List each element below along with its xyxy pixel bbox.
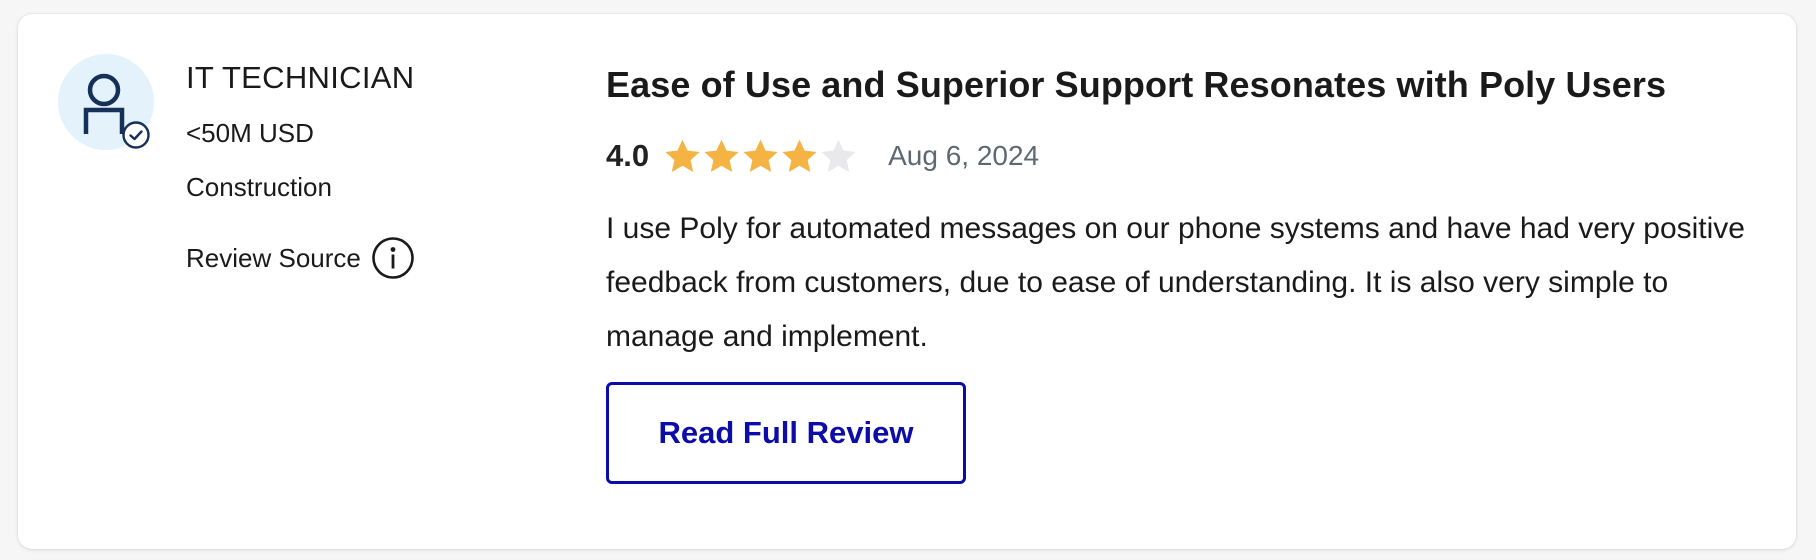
rating-value: 4.0 (606, 138, 650, 173)
industry: Construction (186, 172, 332, 202)
review-date: Aug 6, 2024 (888, 140, 1040, 171)
reviewer-meta: IT TECHNICIAN <50M USD Construction (186, 62, 414, 200)
review-title: Ease of Use and Superior Support Resonat… (606, 64, 1667, 105)
star-rating (663, 137, 858, 176)
star-empty-icon (821, 139, 856, 172)
review-body: I use Poly for automated messages on our… (606, 212, 1745, 353)
star-filled-icon (704, 139, 739, 172)
star-filled-icon (782, 139, 817, 172)
review-source: Review Source (186, 236, 415, 280)
rating-row: 4.0 Aug 6, 2024 (606, 134, 1039, 178)
review-card: IT TECHNICIAN <50M USD Construction Revi… (18, 14, 1796, 549)
star-filled-icon (665, 139, 700, 172)
read-full-review-button[interactable]: Read Full Review (606, 382, 966, 484)
star-filled-icon (743, 139, 778, 172)
review-source-label: Review Source (186, 243, 361, 273)
info-icon[interactable] (371, 236, 415, 280)
verified-check-icon (122, 121, 150, 149)
company-size: <50M USD (186, 118, 314, 148)
reviewer-role: IT TECHNICIAN (186, 60, 415, 95)
